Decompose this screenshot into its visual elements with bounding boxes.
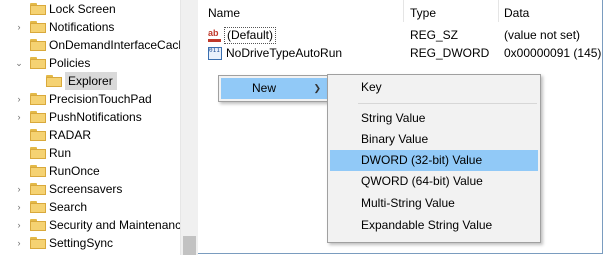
tree-item[interactable]: RunOnce	[0, 162, 180, 180]
submenu-item-label: Key	[361, 80, 382, 94]
folder-icon	[46, 75, 62, 87]
column-divider[interactable]	[498, 0, 499, 22]
chevron-right-icon[interactable]: ›	[14, 18, 24, 36]
tree-item[interactable]: › SettingSync	[0, 234, 180, 252]
chevron-down-icon[interactable]: ⌄	[14, 54, 24, 72]
tree-item[interactable]: › Security and Maintenanc	[0, 216, 181, 234]
tree-item-label: Explorer	[65, 72, 117, 90]
submenu-item[interactable]: Expandable String Value	[330, 215, 538, 236]
value-data: 0x00000091 (145)	[504, 46, 602, 60]
tree-item[interactable]: RADAR	[0, 126, 180, 144]
context-menu: New ❯	[218, 75, 330, 102]
value-row-nodrivetypeautorun[interactable]: 011 110 NoDriveTypeAutoRun REG_DWORD 0x0…	[198, 44, 602, 62]
tree-item-label: Policies	[49, 56, 91, 70]
tree-item-label: RADAR	[49, 128, 92, 142]
tree-item-label: Notifications	[49, 20, 115, 34]
submenu-item-label: Binary Value	[361, 132, 429, 146]
chevron-right-icon[interactable]: ›	[14, 234, 24, 252]
value-type: REG_SZ	[410, 28, 459, 42]
tree-item[interactable]: Explorer	[0, 72, 180, 90]
folder-icon	[30, 219, 46, 231]
submenu-item[interactable]: String Value	[330, 108, 538, 129]
chevron-right-icon[interactable]	[14, 144, 24, 162]
tree-item-label: Run	[49, 146, 72, 160]
submenu-item[interactable]: Multi-String Value	[330, 193, 538, 214]
registry-tree: Lock Screen › Notifications OnDemandInterfa…	[0, 0, 180, 255]
value-name: (Default)	[224, 27, 277, 44]
tree-item[interactable]: › Search	[0, 198, 180, 216]
value-name: NoDriveTypeAutoRun	[226, 46, 343, 60]
submenu-item[interactable]: Binary Value	[330, 129, 538, 150]
tree-item[interactable]: ⌄ Policies	[0, 54, 180, 72]
folder-icon	[30, 183, 46, 195]
folder-icon	[30, 93, 46, 105]
column-header-name[interactable]: Name	[208, 0, 240, 22]
menu-item-new[interactable]: New ❯	[221, 78, 327, 99]
binary-value-icon: 011 110	[208, 47, 222, 60]
tree-item-label: OnDemandInterfaceCach	[49, 38, 180, 52]
column-header-type[interactable]: Type	[410, 0, 436, 22]
tree-item[interactable]: › Screensavers	[0, 180, 180, 198]
folder-icon	[30, 147, 46, 159]
submenu-item-label: Expandable String Value	[361, 218, 493, 232]
folder-icon	[30, 3, 46, 15]
tree-item-label: Security and Maintenanc	[49, 218, 180, 232]
folder-icon	[30, 237, 46, 249]
tree-item-label: Search	[49, 200, 88, 214]
submenu-item[interactable]: DWORD (32-bit) Value	[330, 150, 538, 171]
folder-icon	[30, 111, 46, 123]
chevron-right-icon[interactable]: ›	[14, 108, 24, 126]
submenu-item-label: QWORD (64-bit) Value	[361, 174, 483, 188]
chevron-right-icon[interactable]: ›	[14, 180, 24, 198]
tree-item[interactable]: › Notifications	[0, 18, 180, 36]
chevron-right-icon[interactable]	[14, 162, 24, 180]
new-submenu: Key String Value Binary Value DWORD (32-bit…	[327, 74, 541, 243]
tree-item[interactable]: Run	[0, 144, 180, 162]
chevron-right-icon[interactable]	[14, 0, 24, 18]
chevron-right-icon[interactable]: ›	[14, 198, 24, 216]
tree-scrollbar[interactable]	[180, 0, 198, 255]
tree-item-label: PrecisionTouchPad	[49, 92, 152, 106]
value-data: (value not set)	[504, 28, 581, 42]
tree-item[interactable]: Lock Screen	[0, 0, 180, 18]
tree-item[interactable]: OnDemandInterfaceCach	[0, 36, 180, 54]
tree-item[interactable]: › PushNotifications	[0, 108, 180, 126]
chevron-right-icon[interactable]: ›	[14, 216, 24, 234]
tree-item-label: PushNotifications	[49, 110, 142, 124]
string-value-icon: ab	[208, 29, 222, 42]
scroll-up-icon[interactable]	[181, 0, 198, 17]
scrollbar-thumb[interactable]	[183, 236, 196, 255]
submenu-arrow-icon: ❯	[313, 83, 321, 93]
folder-icon	[30, 165, 46, 177]
tree-item[interactable]: › PrecisionTouchPad	[0, 90, 180, 108]
submenu-item-label: String Value	[361, 111, 426, 125]
tree-item-label: Lock Screen	[49, 2, 116, 16]
folder-icon	[30, 39, 46, 51]
submenu-item-label: DWORD (32-bit) Value	[361, 153, 483, 167]
folder-icon	[30, 129, 46, 141]
chevron-right-icon[interactable]	[14, 126, 24, 144]
value-row-default[interactable]: ab (Default) REG_SZ (value not set)	[198, 26, 602, 44]
submenu-item[interactable]: QWORD (64-bit) Value	[330, 171, 538, 192]
menu-separator	[358, 103, 537, 104]
folder-icon	[30, 201, 46, 213]
folder-icon	[30, 57, 46, 69]
folder-icon	[30, 21, 46, 33]
column-divider[interactable]	[403, 0, 404, 22]
tree-item-label: Screensavers	[49, 182, 123, 196]
submenu-item[interactable]: Key	[330, 77, 538, 98]
column-header-data[interactable]: Data	[504, 0, 529, 22]
tree-item-label: RunOnce	[49, 164, 100, 178]
value-type: REG_DWORD	[410, 46, 490, 60]
chevron-right-icon[interactable]	[14, 36, 24, 54]
tree-item-label: SettingSync	[49, 236, 114, 250]
submenu-item-label: Multi-String Value	[361, 196, 455, 210]
chevron-right-icon[interactable]	[30, 72, 40, 90]
chevron-right-icon[interactable]: ›	[14, 90, 24, 108]
menu-item-label: New	[252, 81, 277, 95]
